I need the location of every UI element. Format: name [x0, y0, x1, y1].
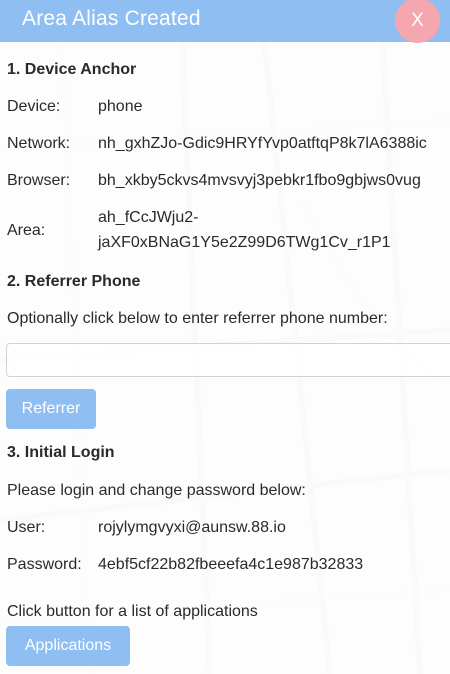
dialog-content: 1. Device Anchor Device: phone Network: …	[0, 42, 450, 674]
referrer-button[interactable]: Referrer	[6, 389, 96, 429]
referrer-phone-input[interactable]	[6, 343, 450, 377]
section-referrer-title: 2. Referrer Phone	[7, 273, 141, 290]
password-value: 4ebf5cf22b82fbeeefa4c1e987b32833	[98, 556, 364, 573]
area-value-line2: jaXF0xBNaG1Y5e2Z99D6TWg1Cv_r1P1	[98, 234, 391, 251]
network-label: Network:	[7, 135, 71, 152]
user-label: User:	[7, 519, 46, 536]
section-device-anchor-title: 1. Device Anchor	[7, 61, 137, 78]
user-value: rojylymgvyxi@aunsw.88.io	[98, 519, 286, 536]
applications-button[interactable]: Applications	[6, 626, 130, 666]
referrer-instruction: Optionally click below to enter referrer…	[7, 310, 388, 327]
login-instruction: Please login and change password below:	[7, 482, 306, 499]
section-initial-login-title: 3. Initial Login	[7, 444, 115, 461]
device-label: Device:	[7, 98, 61, 115]
device-value: phone	[98, 98, 143, 115]
dialog-header: Area Alias Created X	[0, 0, 450, 43]
browser-label: Browser:	[7, 172, 71, 189]
password-label: Password:	[7, 556, 82, 573]
browser-value: bh_xkby5ckvs4mvsvyj3pebkr1fbo9gbjws0vug	[98, 172, 421, 189]
area-value-line1: ah_fCcJWju2-	[98, 209, 199, 226]
area-label: Area:	[7, 222, 46, 239]
applications-instruction: Click button for a list of applications	[7, 603, 258, 620]
dialog-title: Area Alias Created	[22, 7, 201, 30]
close-button[interactable]: X	[395, 0, 440, 43]
network-value: nh_gxhZJo-Gdic9HRYfYvp0atftqP8k7lA6388ic	[98, 135, 427, 152]
